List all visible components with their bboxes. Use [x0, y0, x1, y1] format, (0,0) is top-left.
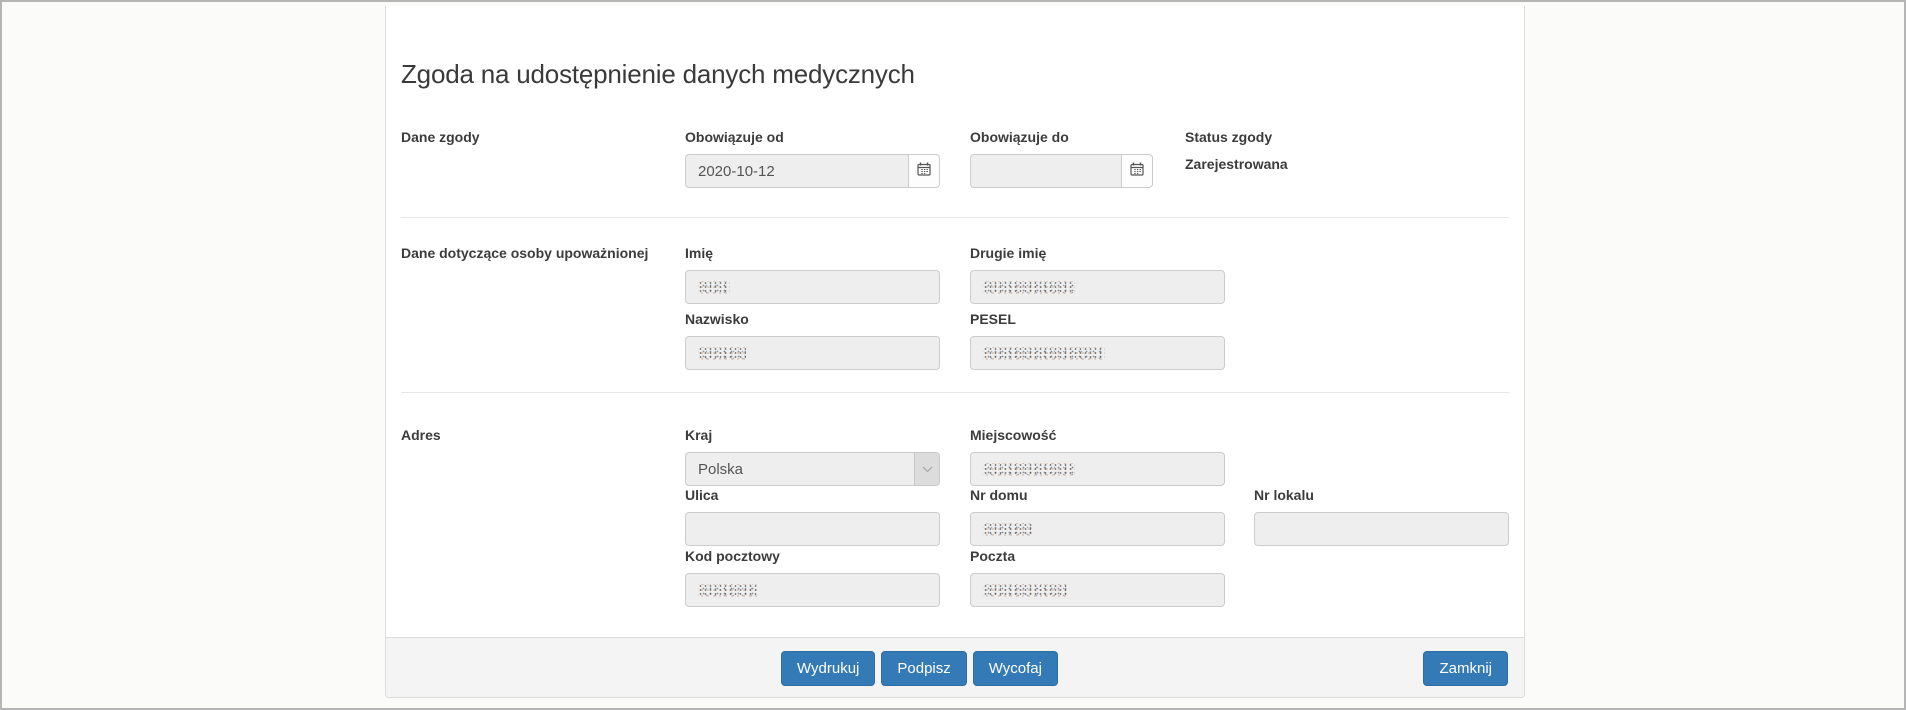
field-middle-name: Drugie imię [970, 245, 1225, 304]
field-first-name: Imię [685, 245, 940, 304]
street-input[interactable] [685, 512, 940, 546]
valid-from-label: Obowiązuje od [685, 129, 784, 145]
redacted-value [983, 583, 1068, 597]
valid-from-calendar-button[interactable] [908, 154, 940, 188]
section-label-text: Dane zgody [401, 129, 480, 145]
field-consent-status: Status zgody Zarejestrowana [1185, 129, 1288, 173]
calendar-icon [917, 162, 931, 181]
country-label: Kraj [685, 427, 713, 443]
valid-to-calendar-button[interactable] [1121, 154, 1153, 188]
country-selected-value: Polska [698, 460, 744, 478]
field-valid-from: Obowiązuje od [685, 129, 940, 188]
section-divider [401, 217, 1509, 218]
chevron-down-icon [914, 453, 939, 485]
last-name-input[interactable] [685, 336, 940, 370]
redacted-value [983, 462, 1075, 476]
section-label-address: Adres [401, 427, 441, 452]
postal-code-label: Kod pocztowy [685, 548, 780, 564]
consent-status-value: Zarejestrowana [1185, 156, 1288, 172]
valid-to-label: Obowiązuje do [970, 129, 1069, 145]
section-label-consent: Dane zgody [401, 129, 480, 154]
page-title: Zgoda na udostępnienie danych medycznych [401, 59, 915, 90]
print-button[interactable]: Wydrukuj [781, 651, 876, 686]
redacted-value [983, 522, 1033, 536]
field-house-no: Nr domu [970, 487, 1225, 546]
redacted-value [698, 280, 730, 294]
redacted-value [983, 280, 1075, 294]
middle-name-input[interactable] [970, 270, 1225, 304]
section-label-text: Dane dotyczące osoby upoważnionej [401, 245, 649, 261]
consent-form-card: Zgoda na udostępnienie danych medycznych… [385, 6, 1525, 698]
field-apartment-no: Nr lokalu [1254, 487, 1509, 546]
field-pesel: PESEL [970, 311, 1225, 370]
withdraw-button[interactable]: Wycofaj [972, 651, 1058, 686]
field-city: Miejscowość [970, 427, 1225, 486]
apartment-no-label: Nr lokalu [1254, 487, 1314, 503]
city-input[interactable] [970, 452, 1225, 486]
valid-from-input[interactable] [685, 154, 908, 188]
house-no-label: Nr domu [970, 487, 1028, 503]
pesel-input[interactable] [970, 336, 1225, 370]
first-name-label: Imię [685, 245, 714, 261]
section-label-person: Dane dotyczące osoby upoważnionej [401, 245, 648, 270]
footer-button-group: Wydrukuj Podpisz Wycofaj [781, 651, 1058, 686]
apartment-no-input[interactable] [1254, 512, 1509, 546]
calendar-icon [1130, 162, 1144, 181]
house-no-input[interactable] [970, 512, 1225, 546]
form-footer: Wydrukuj Podpisz Wycofaj Zamknij [386, 637, 1524, 697]
sign-button[interactable]: Podpisz [881, 651, 967, 686]
section-divider [401, 392, 1509, 393]
city-label: Miejscowość [970, 427, 1057, 443]
pesel-label: PESEL [970, 311, 1016, 327]
postal-code-input[interactable] [685, 573, 940, 607]
street-label: Ulica [685, 487, 719, 503]
middle-name-label: Drugie imię [970, 245, 1047, 261]
redacted-value [983, 346, 1105, 360]
first-name-input[interactable] [685, 270, 940, 304]
field-street: Ulica [685, 487, 940, 546]
field-last-name: Nazwisko [685, 311, 940, 370]
close-button[interactable]: Zamknij [1423, 651, 1508, 686]
field-valid-to: Obowiązuje do [970, 129, 1153, 188]
post-office-label: Poczta [970, 548, 1016, 564]
redacted-value [698, 346, 746, 360]
consent-status-label: Status zgody [1185, 129, 1273, 145]
post-office-input[interactable] [970, 573, 1225, 607]
section-label-text: Adres [401, 427, 441, 443]
field-post-office: Poczta [970, 548, 1225, 607]
valid-to-input[interactable] [970, 154, 1121, 188]
last-name-label: Nazwisko [685, 311, 749, 327]
page-background: { "page": { "title": "Zgoda na udostępni… [0, 0, 1906, 710]
field-country: Kraj Polska [685, 427, 940, 486]
redacted-value [698, 583, 758, 597]
country-select[interactable]: Polska [685, 452, 940, 486]
field-postal-code: Kod pocztowy [685, 548, 940, 607]
